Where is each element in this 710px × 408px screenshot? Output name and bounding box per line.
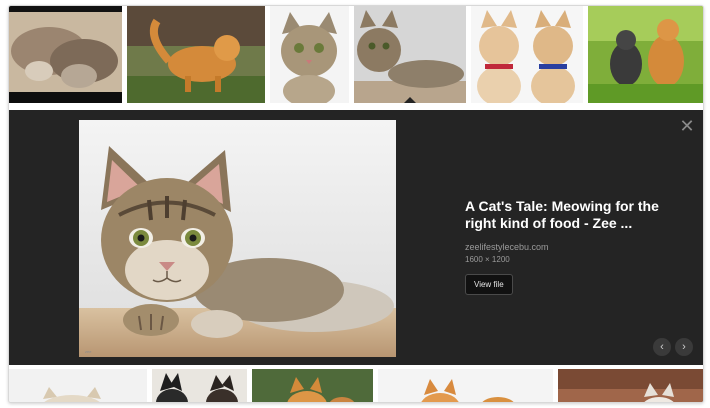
thumbnail-2-image (127, 6, 265, 103)
thumbnail-1[interactable] (9, 6, 122, 103)
thumbnail-3-image (270, 6, 349, 103)
thumbnail-5-image (471, 6, 583, 103)
view-file-button[interactable]: View file (465, 274, 513, 295)
image-preview-panel: zee ✕ A Cat's Tale: Meowing for the righ… (9, 110, 703, 365)
image-info: A Cat's Tale: Meowing for the right kind… (465, 198, 665, 295)
thumbnail-4-selected[interactable] (354, 6, 466, 103)
bottom-thumbnail-5[interactable] (558, 369, 703, 402)
bottom-thumbnail-4-image (378, 369, 553, 402)
thumbnail-6[interactable] (588, 6, 703, 103)
thumbnail-4-image (354, 6, 466, 103)
thumbnail-1-image (9, 6, 122, 103)
bottom-thumbnail-3[interactable] (252, 369, 373, 402)
bottom-thumbnail-3-image (252, 369, 373, 402)
image-title[interactable]: A Cat's Tale: Meowing for the right kind… (465, 198, 665, 232)
preview-image[interactable]: zee (79, 120, 396, 357)
watermark-text: zee (85, 349, 92, 354)
bottom-thumbnail-5-image (558, 369, 703, 402)
previous-image-button[interactable]: ‹ (653, 338, 671, 356)
image-dimensions: 1600 × 1200 (465, 255, 510, 264)
image-source-domain[interactable]: zeelifestylecebu.com (465, 242, 665, 252)
thumbnail-5[interactable] (471, 6, 583, 103)
close-icon: ✕ (679, 116, 695, 136)
bottom-thumbnail-4[interactable] (378, 369, 553, 402)
next-image-button[interactable]: › (675, 338, 693, 356)
thumbnail-2[interactable] (127, 6, 265, 103)
chevron-right-icon: › (682, 341, 686, 353)
bottom-thumbnail-1[interactable] (9, 369, 147, 402)
close-preview-button[interactable]: ✕ (679, 116, 695, 136)
bottom-thumbnail-2[interactable] (152, 369, 247, 402)
preview-image-graphic: zee (79, 120, 396, 357)
thumbnail-3[interactable] (270, 6, 349, 103)
bottom-thumbnail-1-image (9, 369, 147, 402)
chevron-left-icon: ‹ (660, 341, 664, 353)
bottom-thumbnail-2-image (152, 369, 247, 402)
image-results-frame: zee ✕ A Cat's Tale: Meowing for the righ… (8, 5, 704, 403)
thumbnail-6-image (588, 6, 703, 103)
